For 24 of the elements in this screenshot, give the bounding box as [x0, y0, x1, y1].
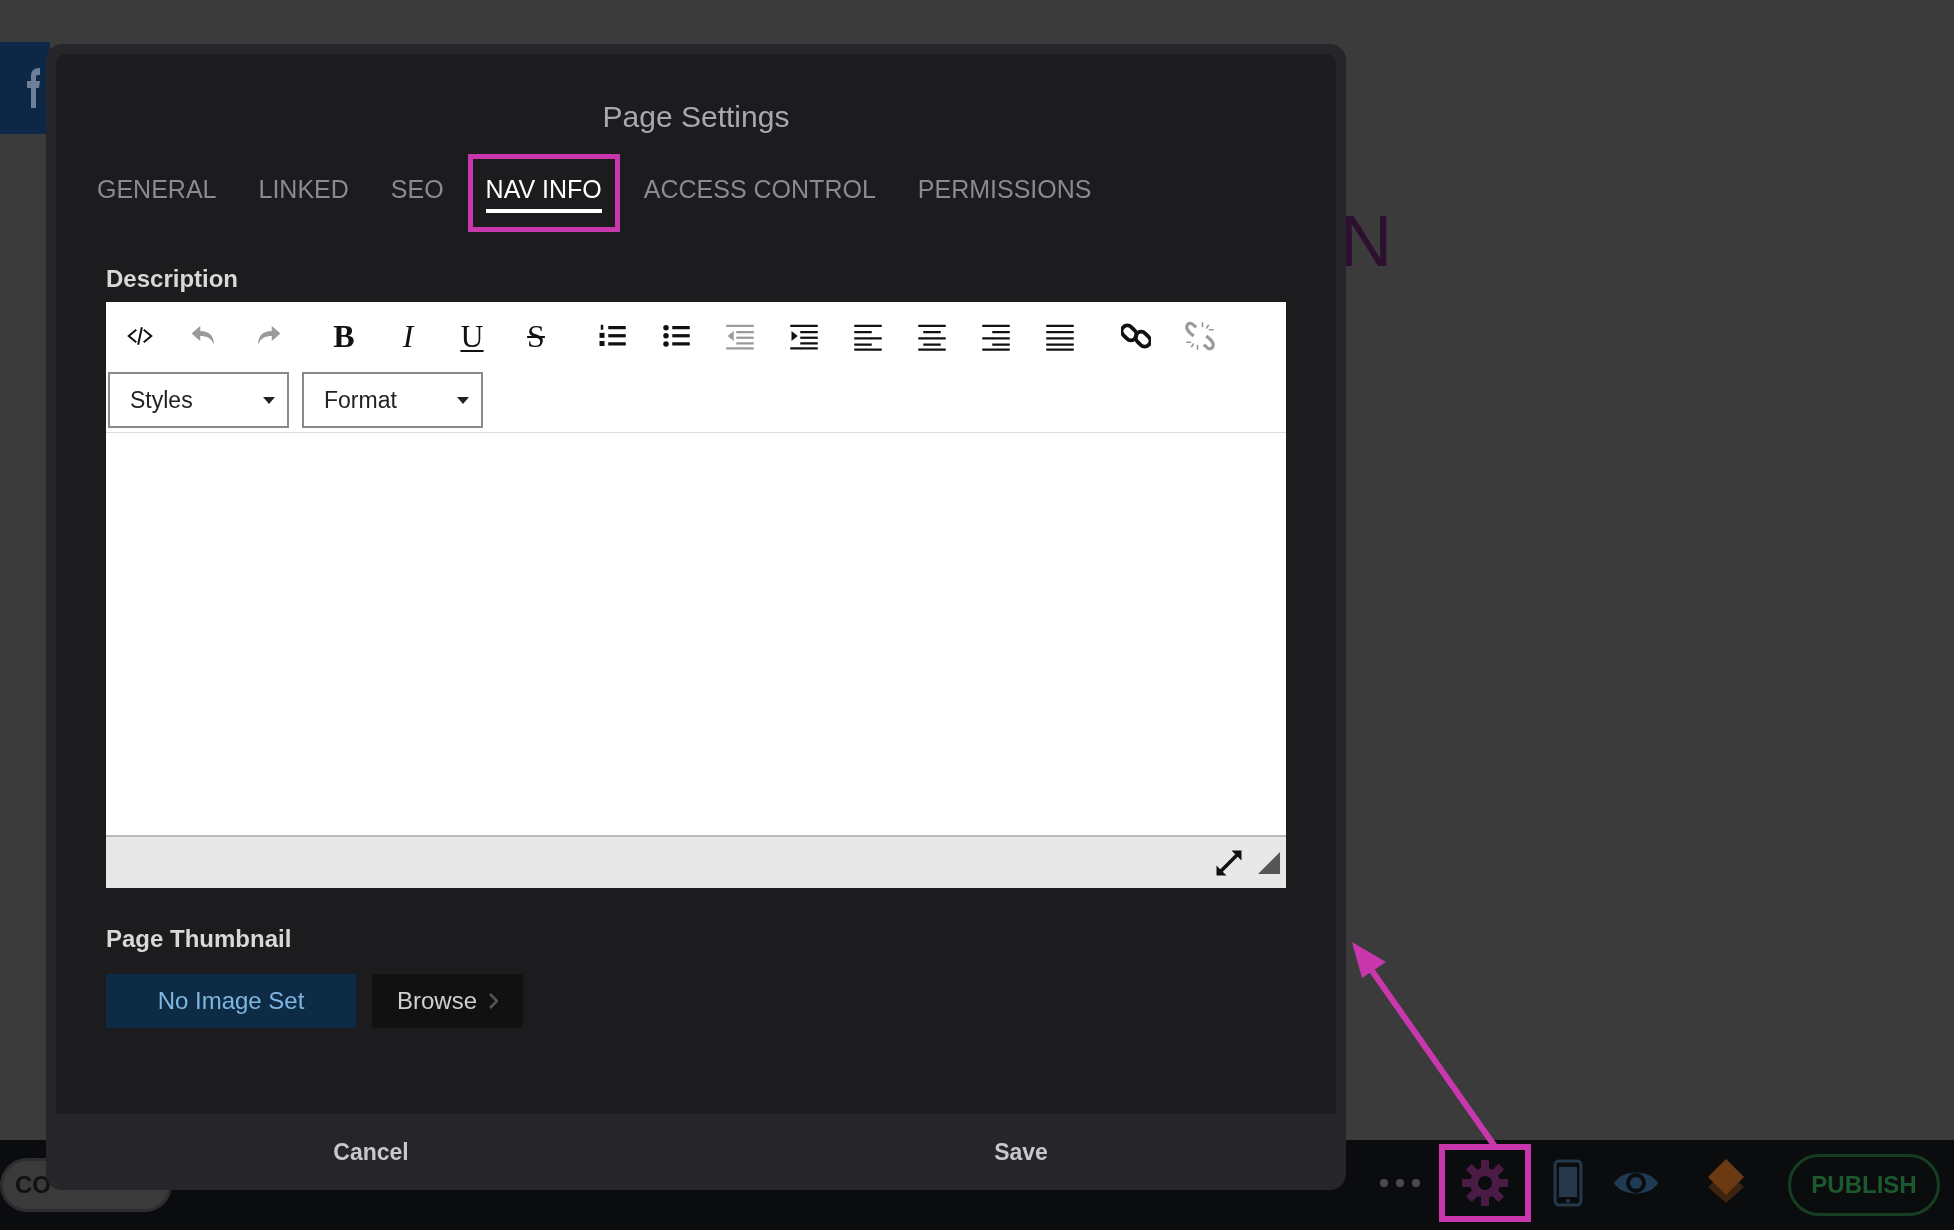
resize-handle-icon[interactable]	[1258, 851, 1280, 874]
italic-button[interactable]: I	[402, 320, 414, 352]
tab[interactable]: LINKED	[240, 154, 367, 232]
tab[interactable]: GENERAL	[79, 154, 235, 232]
field-label: Page Thumbnail	[106, 924, 293, 954]
thumbnail-value: No Image Set	[106, 974, 356, 1028]
dialog-title: Page Settings	[602, 100, 790, 134]
bold-button[interactable]: B	[333, 320, 355, 352]
caret-icon	[263, 396, 275, 404]
caret-icon	[457, 396, 469, 404]
link-icon[interactable]	[1121, 321, 1151, 351]
tab[interactable]: PERMISSIONS	[899, 154, 1110, 232]
field-label: Description	[106, 264, 240, 294]
underline-button[interactable]: U	[460, 320, 484, 352]
f-logo-icon	[26, 68, 40, 108]
tab[interactable]: NAV INFO	[467, 154, 620, 232]
browse-button[interactable]: Browse	[372, 974, 523, 1028]
dialog-button[interactable]: Save	[696, 1114, 1346, 1190]
dropdown[interactable]: Styles	[108, 372, 289, 428]
tab[interactable]: ACCESS CONTROL	[625, 154, 894, 232]
chevron-icon	[489, 993, 498, 1009]
strike-button[interactable]: S	[527, 320, 545, 352]
dropdown[interactable]: Format	[302, 372, 483, 428]
tab[interactable]: SEO	[372, 154, 462, 232]
